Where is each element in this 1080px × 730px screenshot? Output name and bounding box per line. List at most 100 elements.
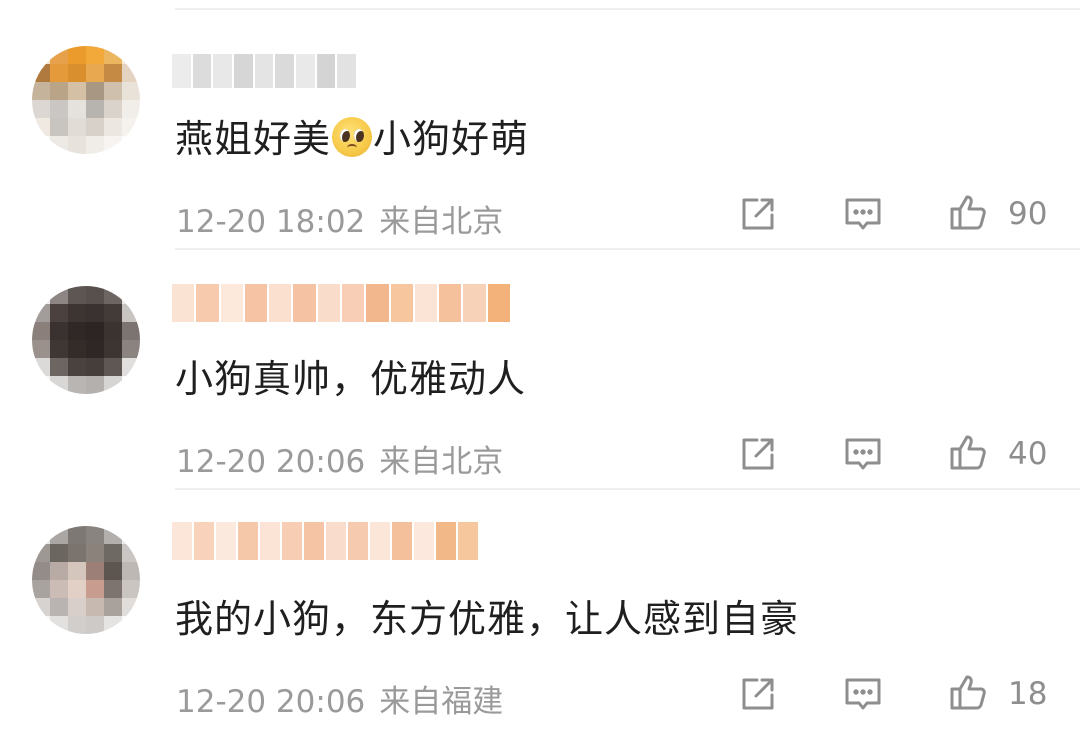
username-blur-pixel (458, 522, 478, 560)
pleading-face-emoji-icon (332, 117, 373, 157)
share-square-icon (742, 678, 774, 710)
avatar-pixel (50, 544, 68, 562)
avatar-pixel (32, 136, 50, 154)
comment-text: 小狗真帅，优雅动人 (175, 357, 527, 401)
avatar-pixel (32, 376, 50, 394)
avatar-pixel (104, 616, 122, 634)
avatar-pixel (68, 562, 86, 580)
avatar-pixel (50, 562, 68, 580)
avatar-pixel (50, 340, 68, 358)
share-button[interactable] (736, 432, 780, 476)
avatar-pixel (104, 544, 122, 562)
comment-location: 来自北京 (379, 444, 504, 480)
avatar-pixel (122, 82, 140, 100)
avatar-pixel (86, 136, 104, 154)
avatar-pixel (50, 64, 68, 82)
avatar[interactable] (32, 526, 140, 634)
comment-location: 来自北京 (379, 204, 504, 240)
username-blur-pixel (348, 522, 368, 560)
comment-meta: 12-20 18:02 来自北京 (176, 196, 503, 241)
avatar-pixel (50, 580, 68, 598)
avatar-pixel (122, 46, 140, 64)
comment-item: 小狗真帅，优雅动人 12-20 20:06 来自北京 40 (0, 250, 1080, 490)
share-button[interactable] (736, 192, 780, 236)
avatar-pixel (32, 598, 50, 616)
avatar-pixel (50, 598, 68, 616)
avatar-pixel (32, 322, 50, 340)
avatar-pixel (68, 118, 86, 136)
avatar-pixel (104, 100, 122, 118)
avatar-pixel (86, 340, 104, 358)
avatar-pixel (122, 304, 140, 322)
avatar-pixel (32, 118, 50, 136)
avatar-pixel (86, 580, 104, 598)
reply-button[interactable] (841, 672, 885, 716)
comment-text-part: 燕姐好美 (175, 117, 332, 161)
avatar-pixel (104, 562, 122, 580)
username-blur-pixel (213, 54, 233, 88)
like-button[interactable] (946, 670, 990, 714)
like-button[interactable] (946, 430, 990, 474)
avatar-pixel (104, 286, 122, 304)
avatar-pixel (32, 358, 50, 376)
username-blur-pixel (316, 54, 336, 88)
username-blurred[interactable] (172, 54, 357, 88)
username-blur-pixel (463, 284, 486, 322)
comment-bubble-icon (845, 438, 881, 470)
comment-text-part: 小狗好萌 (373, 117, 530, 161)
username-blurred[interactable] (172, 522, 478, 560)
avatar-pixel (86, 358, 104, 376)
avatar-pixel (68, 616, 86, 634)
avatar-pixel (50, 358, 68, 376)
avatar-pixel (32, 580, 50, 598)
username-blur-pixel (414, 522, 434, 560)
avatar-pixel (86, 286, 104, 304)
username-blur-pixel (234, 54, 253, 88)
avatar-pixel (32, 526, 50, 544)
avatar-pixel (104, 64, 122, 82)
avatar-pixel (104, 358, 122, 376)
avatar-pixel (32, 286, 50, 304)
username-blur-pixel (293, 284, 316, 322)
comment-bubble-icon (845, 678, 881, 710)
avatar-pixel (68, 376, 86, 394)
like-button[interactable] (946, 190, 990, 234)
avatar-pixel (86, 46, 104, 64)
avatar-pixel (50, 82, 68, 100)
avatar-pixel (32, 304, 50, 322)
username-blur-pixel (192, 54, 212, 88)
reply-button[interactable] (841, 192, 885, 236)
share-square-icon (742, 198, 774, 230)
avatar-pixel (104, 136, 122, 154)
avatar-pixel (68, 82, 86, 100)
avatar-pixel (50, 100, 68, 118)
avatar-pixel (50, 46, 68, 64)
avatar-pixel (104, 82, 122, 100)
avatar-pixel (68, 526, 86, 544)
username-blurred[interactable] (172, 284, 510, 322)
like-count: 40 (1008, 436, 1048, 472)
avatar-pixel (50, 304, 68, 322)
avatar-pixel (32, 64, 50, 82)
username-blur-pixel (317, 284, 340, 322)
username-blur-pixel (216, 522, 236, 560)
avatar-pixel (122, 286, 140, 304)
avatar-pixel (104, 526, 122, 544)
username-blur-pixel (220, 284, 243, 322)
avatar-pixel (68, 304, 86, 322)
username-blur-pixel (244, 284, 268, 322)
avatar-pixel (50, 526, 68, 544)
avatar[interactable] (32, 286, 140, 394)
share-button[interactable] (736, 672, 780, 716)
like-count: 18 (1008, 676, 1048, 712)
username-blur-pixel (370, 522, 390, 560)
avatar-pixel (122, 526, 140, 544)
username-blur-pixel (436, 522, 456, 560)
reply-button[interactable] (841, 432, 885, 476)
username-blur-pixel (282, 522, 302, 560)
avatar[interactable] (32, 46, 140, 154)
avatar-pixel (86, 562, 104, 580)
avatar-pixel (122, 544, 140, 562)
avatar-pixel (122, 358, 140, 376)
like-count: 90 (1008, 196, 1048, 232)
